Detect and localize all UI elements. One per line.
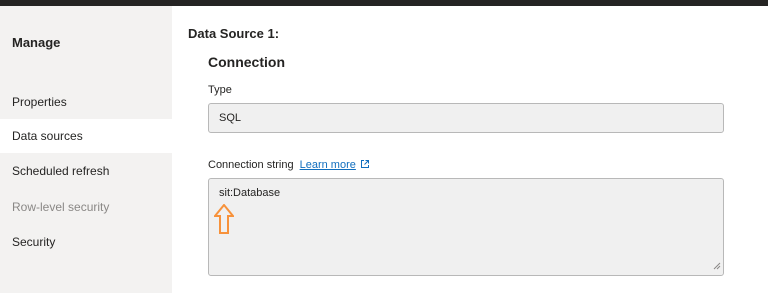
external-link-icon[interactable] <box>360 159 370 172</box>
learn-more-link[interactable]: Learn more <box>300 159 356 171</box>
sidebar-item-properties[interactable]: Properties <box>0 85 172 119</box>
sidebar-title: Manage <box>12 35 61 50</box>
connection-string-field[interactable]: sit:Database <box>208 178 724 276</box>
connection-section-title: Connection <box>208 54 285 70</box>
connection-string-label: Connection string <box>208 159 294 171</box>
sidebar: Manage Properties Data sources Scheduled… <box>0 6 172 293</box>
resize-grip-icon[interactable] <box>713 261 721 273</box>
sidebar-item-scheduled-refresh[interactable]: Scheduled refresh <box>0 154 172 188</box>
connection-string-label-row: Connection string Learn more <box>208 159 370 172</box>
sidebar-item-row-level-security[interactable]: Row-level security <box>0 190 172 224</box>
type-label: Type <box>208 84 232 96</box>
data-source-title: Data Source 1: <box>188 26 280 41</box>
connection-string-value: sit:Database <box>219 187 281 199</box>
up-arrow-icon <box>214 204 234 234</box>
sidebar-item-security[interactable]: Security <box>0 225 172 259</box>
sidebar-item-data-sources[interactable]: Data sources <box>0 119 172 153</box>
type-field: SQL <box>208 103 724 133</box>
main-panel: Data Source 1: Connection Type SQL Conne… <box>172 6 768 293</box>
